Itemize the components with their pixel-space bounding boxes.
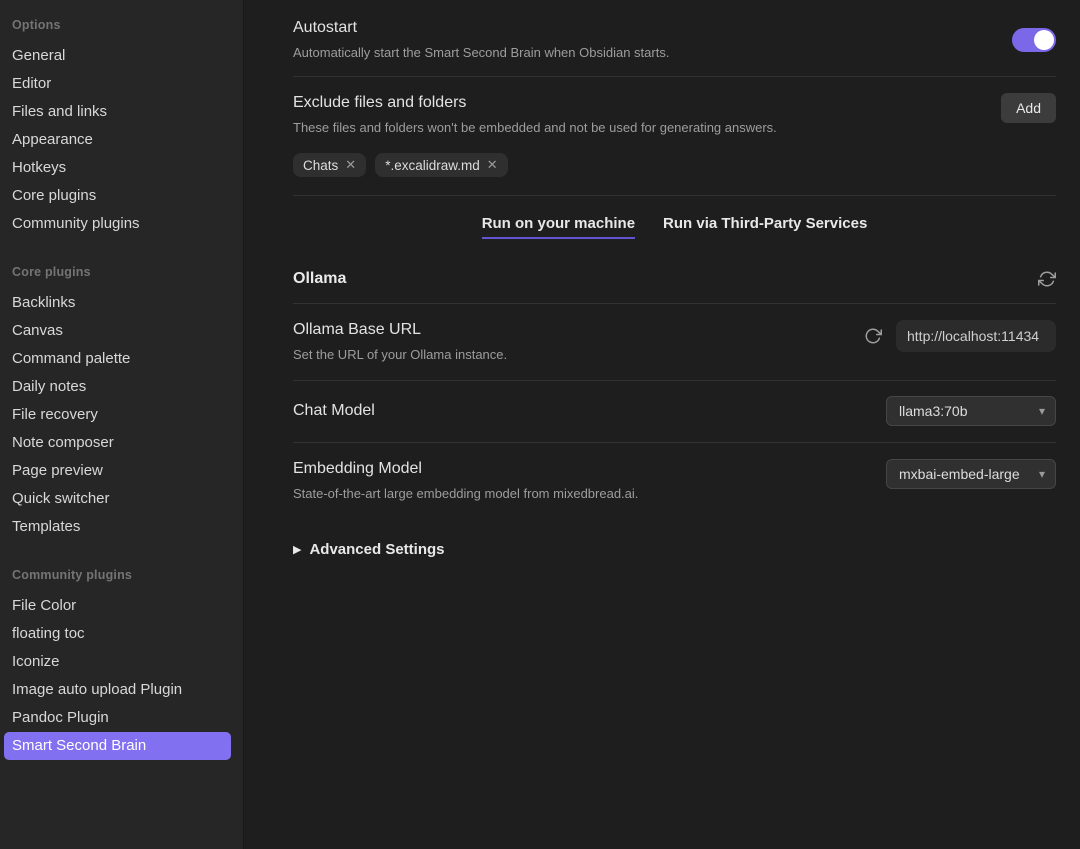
remove-chip-x-icon[interactable]: ✕ (345, 157, 356, 173)
dropdown-value: llama3:70b (899, 403, 968, 419)
sidebar-item-file-recovery[interactable]: File recovery (4, 401, 231, 429)
exclude-chip-list: Chats ✕ *.excalidraw.md ✕ (293, 153, 1056, 177)
sidebar-item-smart-second-brain[interactable]: Smart Second Brain (4, 732, 231, 760)
add-exclude-button[interactable]: Add (1001, 93, 1056, 123)
sidebar-item-backlinks[interactable]: Backlinks (4, 289, 231, 317)
setting-description: Automatically start the Smart Second Bra… (293, 44, 669, 61)
chevron-down-icon: ▾ (1039, 404, 1045, 418)
setting-exclude-info: Exclude files and folders These files an… (293, 93, 777, 136)
sidebar-item-appearance[interactable]: Appearance (4, 126, 231, 154)
triangle-right-icon: ▶ (293, 543, 301, 556)
sidebar-section-header: Community plugins (0, 568, 243, 582)
setting-description: These files and folders won't be embedde… (293, 119, 777, 136)
sidebar-item-daily-notes[interactable]: Daily notes (4, 373, 231, 401)
sidebar-section-community-plugins: Community plugins File Color floating to… (0, 568, 243, 760)
setting-exclude-files: Exclude files and folders These files an… (293, 77, 1056, 196)
sidebar-item-note-composer[interactable]: Note composer (4, 429, 231, 457)
setting-name: Exclude files and folders (293, 93, 777, 113)
chat-model-dropdown[interactable]: llama3:70b ▾ (886, 396, 1056, 426)
sidebar-item-file-color[interactable]: File Color (4, 592, 231, 620)
embedding-model-dropdown[interactable]: mxbai-embed-large ▾ (886, 459, 1056, 489)
sidebar-item-files-and-links[interactable]: Files and links (4, 98, 231, 126)
remove-chip-x-icon[interactable]: ✕ (487, 157, 498, 173)
chip-label: *.excalidraw.md (385, 158, 480, 173)
exclude-chip[interactable]: *.excalidraw.md ✕ (375, 153, 507, 177)
ollama-section-heading: Ollama (293, 251, 1056, 304)
setting-embedding-info: Embedding Model State-of-the-art large e… (293, 459, 638, 502)
refresh-models-icon[interactable] (1038, 270, 1056, 288)
setting-name: Embedding Model (293, 459, 638, 479)
sidebar-section-header: Options (0, 18, 243, 32)
sidebar-item-hotkeys[interactable]: Hotkeys (4, 154, 231, 182)
provider-tabs: Run on your machine Run via Third-Party … (293, 196, 1056, 251)
settings-sidebar: Options General Editor Files and links A… (0, 0, 244, 849)
dropdown-value: mxbai-embed-large (899, 466, 1020, 482)
exclude-chip[interactable]: Chats ✕ (293, 153, 366, 177)
sidebar-item-pandoc-plugin[interactable]: Pandoc Plugin (4, 704, 231, 732)
reset-base-url-icon[interactable] (864, 327, 882, 345)
setting-autostart: Autostart Automatically start the Smart … (293, 0, 1056, 77)
section-title: Ollama (293, 270, 346, 288)
chevron-down-icon: ▾ (1039, 467, 1045, 481)
advanced-settings-toggle[interactable]: ▶ Advanced Settings (293, 541, 1056, 558)
sidebar-item-general[interactable]: General (4, 42, 231, 70)
sidebar-item-editor[interactable]: Editor (4, 70, 231, 98)
sidebar-item-community-plugins[interactable]: Community plugins (4, 210, 231, 238)
toggle-knob (1034, 30, 1054, 50)
sidebar-item-floating-toc[interactable]: floating toc (4, 620, 231, 648)
sidebar-item-quick-switcher[interactable]: Quick switcher (4, 485, 231, 513)
setting-name: Ollama Base URL (293, 320, 507, 340)
setting-base-url-info: Ollama Base URL Set the URL of your Olla… (293, 320, 507, 363)
ollama-base-url-input[interactable] (896, 320, 1056, 352)
sidebar-item-canvas[interactable]: Canvas (4, 317, 231, 345)
chip-label: Chats (303, 158, 338, 173)
tab-run-via-third-party-services[interactable]: Run via Third-Party Services (663, 215, 867, 239)
setting-ollama-base-url: Ollama Base URL Set the URL of your Olla… (293, 304, 1056, 381)
tab-run-on-your-machine[interactable]: Run on your machine (482, 215, 635, 239)
sidebar-item-command-palette[interactable]: Command palette (4, 345, 231, 373)
autostart-toggle[interactable] (1012, 28, 1056, 52)
setting-name: Chat Model (293, 401, 375, 421)
sidebar-section-options: Options General Editor Files and links A… (0, 18, 243, 238)
settings-content: Autostart Automatically start the Smart … (244, 0, 1080, 849)
setting-description: Set the URL of your Ollama instance. (293, 346, 507, 363)
sidebar-section-core-plugins: Core plugins Backlinks Canvas Command pa… (0, 265, 243, 541)
obsidian-settings-window: Options General Editor Files and links A… (0, 0, 1080, 849)
setting-chat-model: Chat Model llama3:70b ▾ (293, 381, 1056, 443)
setting-embedding-model: Embedding Model State-of-the-art large e… (293, 443, 1056, 518)
setting-description: State-of-the-art large embedding model f… (293, 485, 638, 502)
sidebar-section-header: Core plugins (0, 265, 243, 279)
sidebar-item-core-plugins[interactable]: Core plugins (4, 182, 231, 210)
sidebar-item-page-preview[interactable]: Page preview (4, 457, 231, 485)
setting-name: Autostart (293, 18, 669, 38)
sidebar-item-iconize[interactable]: Iconize (4, 648, 231, 676)
sidebar-item-templates[interactable]: Templates (4, 513, 231, 541)
sidebar-item-image-auto-upload-plugin[interactable]: Image auto upload Plugin (4, 676, 231, 704)
setting-autostart-info: Autostart Automatically start the Smart … (293, 18, 669, 61)
advanced-settings-label: Advanced Settings (309, 541, 444, 558)
